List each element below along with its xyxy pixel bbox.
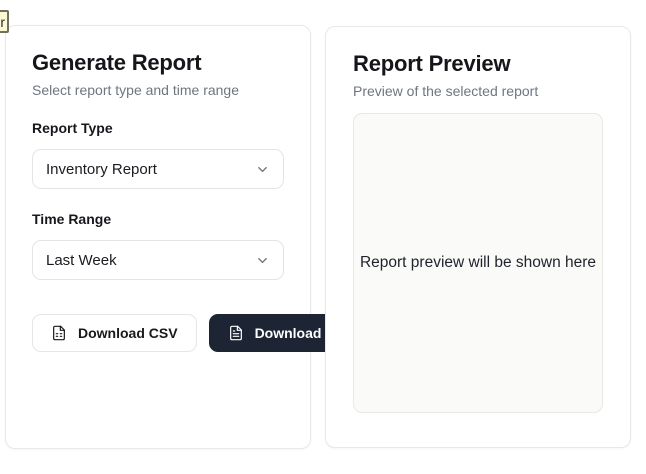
reports-page: r Generate Report Select report type and… bbox=[0, 0, 646, 474]
file-text-icon bbox=[228, 325, 244, 341]
chevron-down-icon bbox=[255, 253, 270, 268]
generate-report-subtitle: Select report type and time range bbox=[32, 82, 284, 98]
chevron-down-icon bbox=[255, 162, 270, 177]
report-type-label: Report Type bbox=[32, 120, 284, 136]
report-preview-title: Report Preview bbox=[353, 51, 603, 77]
report-type-selected-value: Inventory Report bbox=[46, 161, 157, 178]
report-preview-area: Report preview will be shown here bbox=[353, 113, 603, 413]
time-range-select[interactable]: Last Week bbox=[32, 240, 284, 280]
time-range-label: Time Range bbox=[32, 211, 284, 227]
generate-report-title: Generate Report bbox=[32, 50, 284, 76]
download-csv-button[interactable]: Download CSV bbox=[32, 314, 197, 352]
report-preview-card: Report Preview Preview of the selected r… bbox=[325, 26, 631, 448]
report-type-select[interactable]: Inventory Report bbox=[32, 149, 284, 189]
generate-report-card: Generate Report Select report type and t… bbox=[5, 25, 311, 449]
download-buttons-row: Download CSV Download PDF bbox=[32, 314, 284, 352]
time-range-selected-value: Last Week bbox=[46, 252, 117, 269]
file-spreadsheet-icon bbox=[51, 325, 67, 341]
report-preview-placeholder: Report preview will be shown here bbox=[360, 254, 596, 272]
download-csv-label: Download CSV bbox=[78, 325, 178, 341]
clipped-edge-button-fragment[interactable]: r bbox=[0, 10, 9, 33]
report-preview-subtitle: Preview of the selected report bbox=[353, 83, 603, 99]
